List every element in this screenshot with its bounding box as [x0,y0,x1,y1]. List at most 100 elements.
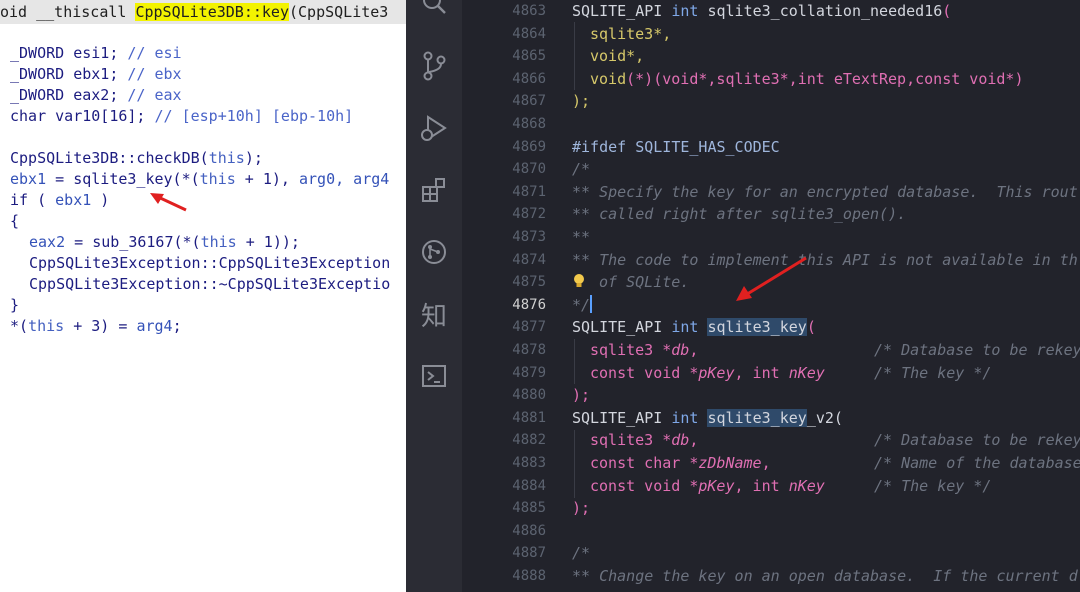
code-text: + 1), [235,170,299,188]
zhihu-icon[interactable]: 知 [418,298,450,332]
this-keyword: this [200,233,237,251]
code-line: ** Specify the key for an encrypted data… [572,181,1078,204]
param-type: , int [734,476,789,495]
variable[interactable]: ebx1 [55,191,91,209]
comment: ** Change the key on an open database. I… [572,567,1078,585]
line-number[interactable]: 4883 [472,452,552,475]
signature-suffix: (CppSQLite3 [289,3,389,21]
decl-text: _DWORD eax2; [10,86,128,104]
exception-ctor-call[interactable]: CppSQLite3Exception::CppSQLite3Exception [29,254,390,272]
line-number[interactable]: 4875 [472,271,552,294]
code-editor-pane: 知 4863 4864 4865 4866 4867 4868 4869 4870 4871 48… [406,0,1080,592]
comma: , [689,341,699,359]
this-keyword: this [28,317,65,335]
line-number[interactable]: 4887 [472,542,552,565]
code-line: SQLITE_API int sqlite3_key_v2( [572,407,843,430]
preprocessor-directive: #ifdef [572,137,636,156]
line-number[interactable]: 4876 [472,294,552,317]
code-line: ** [572,226,590,249]
search-icon[interactable] [418,0,450,18]
line-number[interactable]: 4879 [472,362,552,385]
extensions-icon[interactable] [418,174,450,206]
sqlite3-key-call[interactable]: = sqlite3_key(*( [46,170,200,188]
comment: /* [572,544,591,563]
red-arrow-annotation [736,256,807,301]
line-number[interactable]: 4874 [472,249,552,272]
code-line: ** The code to implement this API is not… [572,249,1078,272]
code-line: /* Database to be rekey [874,339,1080,362]
line-number[interactable]: 4880 [472,384,552,407]
line-number[interactable]: 4870 [472,158,552,181]
this-keyword: this [199,170,236,188]
line-number[interactable]: 4866 [472,68,552,91]
line-number[interactable]: 4871 [472,181,552,204]
comment: /* The key */ [874,363,992,382]
comment: /* Database to be rekey [874,431,1080,450]
terminal-icon[interactable] [418,360,450,392]
signature-class[interactable]: CppSQLite3DB [135,3,244,21]
code-area[interactable]: SQLITE_API int sqlite3_collation_needed1… [572,0,1080,592]
variable[interactable]: arg0, arg4 [299,170,389,188]
line-number[interactable]: 4886 [472,520,552,543]
comment: */ [572,295,591,314]
lightbulb-icon[interactable] [572,271,590,294]
code-line: void(*)(void*,sqlite3*,int eTextRep,cons… [590,68,1024,91]
code-text: = sub_36167(*( [65,233,201,251]
line-number[interactable]: 4888 [472,565,552,588]
brace: { [10,212,20,230]
code-line: const void *pKey, int nKey [590,475,825,498]
line-number[interactable]: 4877 [472,316,552,339]
remote-explorer-icon[interactable] [418,236,450,268]
line-number[interactable]: 4864 [472,23,552,46]
macro: SQLITE_API [572,408,672,427]
code-text: + 3) = [64,317,137,335]
line-number[interactable]: 4865 [472,45,552,68]
param-type: , int [734,363,789,382]
exception-dtor-call[interactable]: CppSQLite3Exception::~CppSQLite3Exceptio [29,275,390,293]
param-type: ,const void*) [906,69,1024,88]
param-name: pKey [698,476,735,495]
line-number[interactable]: 4873 [472,226,552,249]
comment: ** [572,228,591,246]
code-line: /* The key */ [874,475,991,498]
comment: /* Name of the database [874,454,1080,472]
red-arrow-annotation [150,193,187,212]
code-line: CppSQLite3DB::checkDB(this); [10,148,263,169]
macro: SQLITE_API [572,2,672,20]
type: int [671,2,699,20]
line-number-gutter: 4863 4864 4865 4866 4867 4868 4869 4870 4871 4872… [462,0,552,592]
signature-func-name[interactable]: key [261,3,289,21]
line-number[interactable]: 4872 [472,203,552,226]
code-text: CppSQLite3DB::checkDB( [10,149,209,167]
param-type: void*, [590,47,645,66]
code-line: CppSQLite3Exception::~CppSQLite3Exceptio [29,274,390,295]
line-number[interactable]: 4878 [472,339,552,362]
sqlite3-key-highlight[interactable]: sqlite3_key [707,408,807,427]
macro: SQLITE_API [572,318,672,337]
code-line: *(this + 3) = arg4; [10,316,182,337]
comma: , [761,454,771,472]
line-number[interactable]: 4885 [472,497,552,520]
indent-guide [574,430,575,498]
signature-scope: :: [243,3,262,21]
variable[interactable]: eax2 [29,233,65,251]
code-line: const char *zDbName, [590,452,771,475]
run-debug-icon[interactable] [418,112,450,144]
comment: ** Specify the key for an encrypted data… [572,182,1078,201]
line-number[interactable]: 4867 [472,90,552,113]
line-number[interactable]: 4863 [472,0,552,23]
line-number[interactable]: 4882 [472,429,552,452]
line-number[interactable]: 4868 [472,113,552,136]
variable[interactable]: ebx1 [10,170,46,188]
indent-guide [574,22,575,90]
sqlite3-key-highlight[interactable]: sqlite3_key [707,318,807,337]
code-line: /* [572,542,590,565]
line-number[interactable]: 4881 [472,407,552,430]
code-text: ) [91,191,110,209]
code-text: *( [10,317,29,335]
variable[interactable]: arg4 [136,317,172,335]
line-number[interactable]: 4884 [472,475,552,498]
code-line: eax2 = sub_36167(*(this + 1)); [29,232,300,253]
line-number[interactable]: 4869 [472,136,552,159]
source-control-icon[interactable] [418,50,450,82]
